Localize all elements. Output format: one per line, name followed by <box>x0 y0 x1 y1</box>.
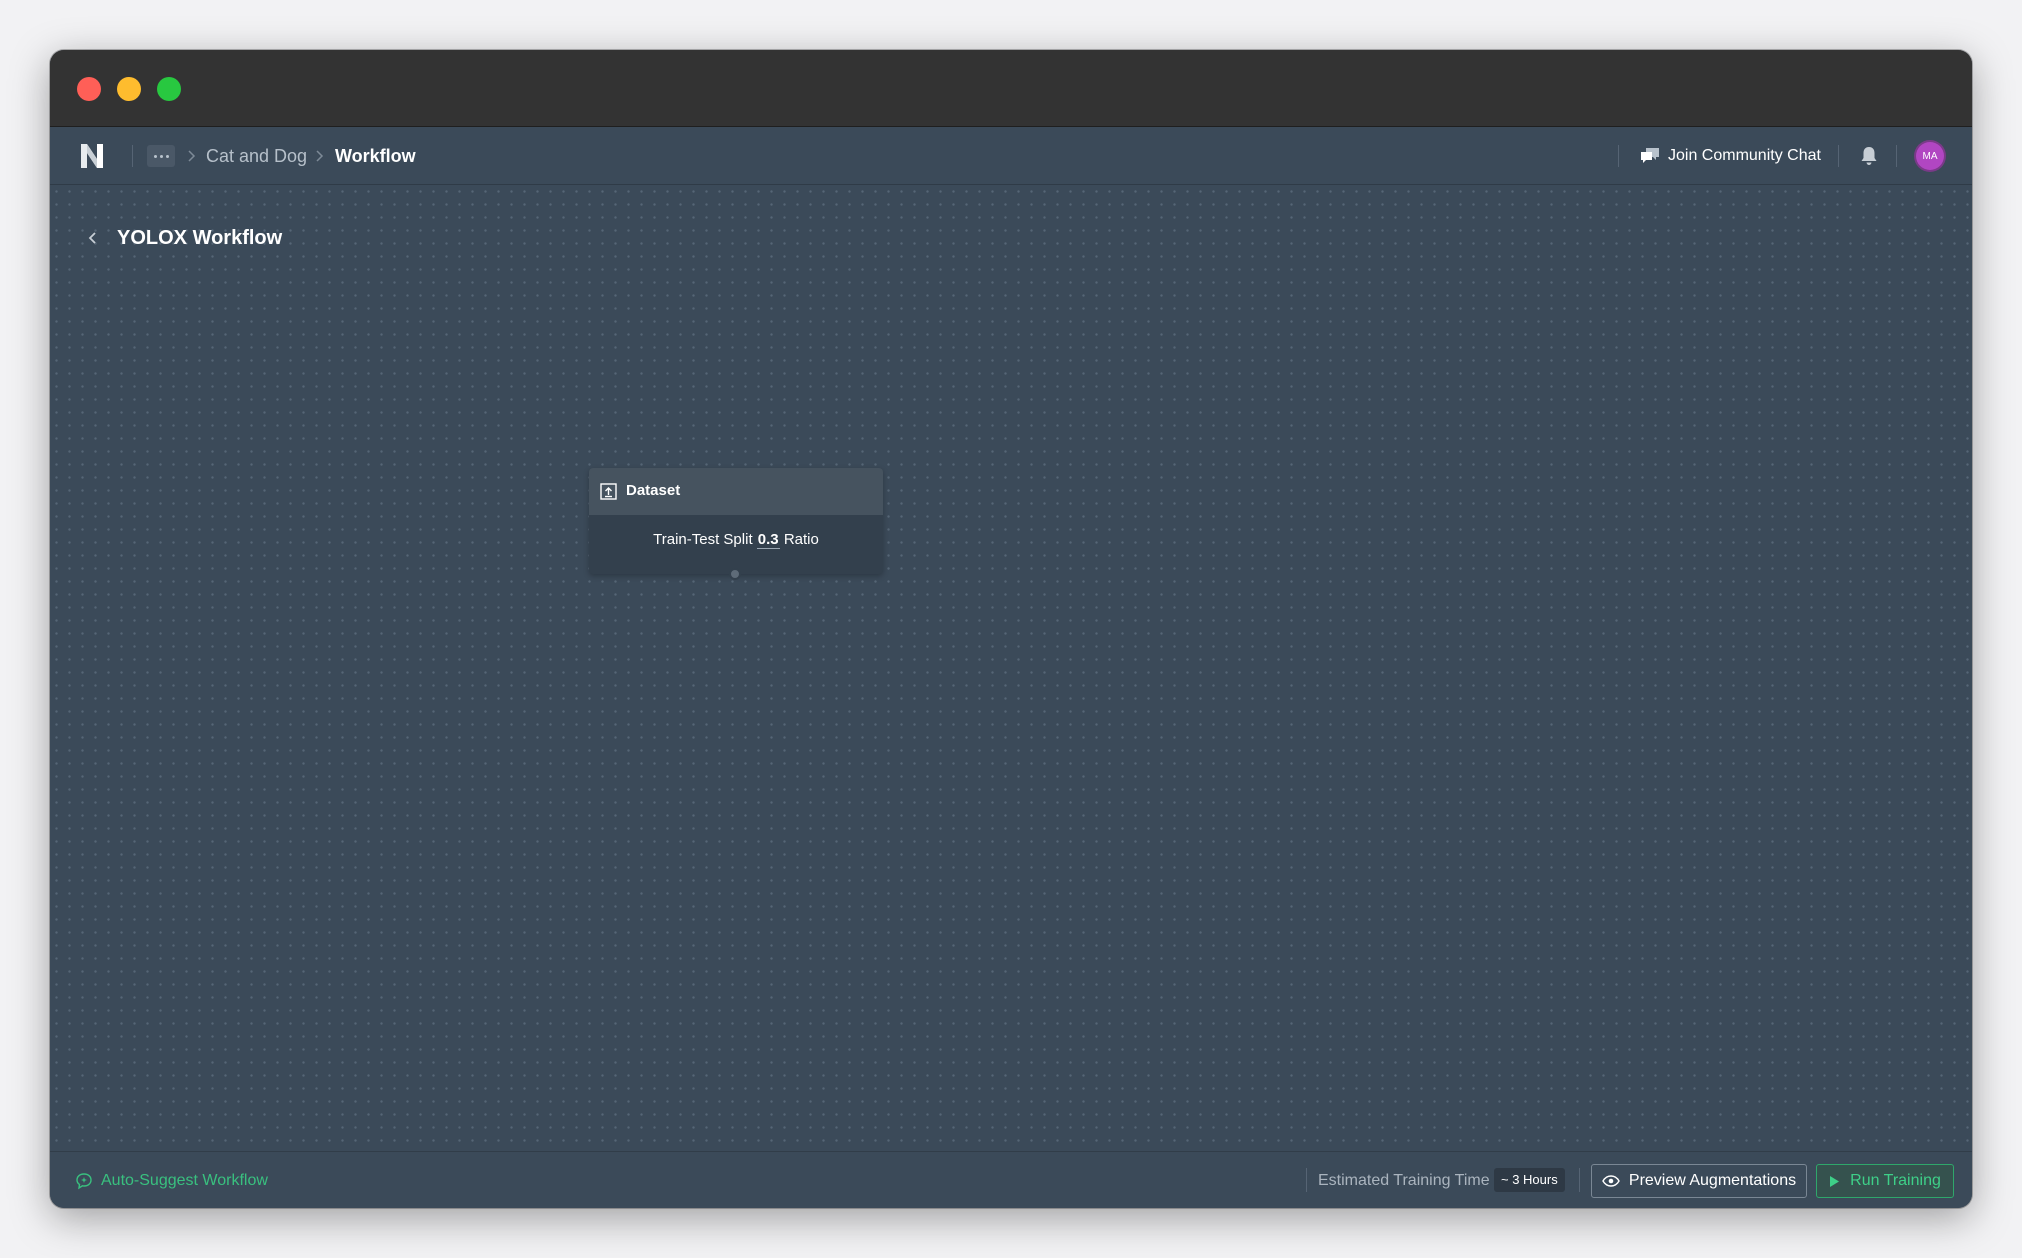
sparkle-chat-icon <box>76 1173 92 1190</box>
app-window: Cat and Dog Workflow Join Community Chat… <box>50 50 1972 1208</box>
estimated-training-time-badge: ~ 3 Hours <box>1494 1168 1565 1192</box>
maximize-window-button[interactable] <box>157 77 181 101</box>
navbar-divider <box>132 145 133 167</box>
split-ratio-value[interactable]: 0.3 <box>756 531 780 549</box>
run-training-label: Run Training <box>1850 1172 1941 1189</box>
preview-augmentations-label: Preview Augmentations <box>1628 1172 1797 1189</box>
dataset-upload-icon <box>600 483 617 500</box>
chevron-left-icon[interactable] <box>86 228 100 248</box>
window-titlebar <box>50 50 1972 127</box>
eye-icon <box>1602 1175 1620 1187</box>
run-training-button[interactable]: Run Training <box>1816 1164 1954 1198</box>
page-title: YOLOX Workflow <box>117 227 283 249</box>
navbar-divider <box>1618 145 1619 167</box>
chat-bubbles-icon <box>1641 148 1659 163</box>
play-icon <box>1830 1175 1840 1187</box>
dataset-node-header[interactable]: Dataset <box>589 468 883 515</box>
footer-divider <box>1306 1168 1307 1192</box>
split-label: Train-Test Split <box>653 531 753 548</box>
user-avatar[interactable]: MA <box>1916 142 1944 170</box>
footer-divider <box>1579 1168 1580 1192</box>
auto-suggest-label: Auto-Suggest Workflow <box>101 1172 268 1189</box>
dataset-node-body: Train-Test Split 0.3 Ratio <box>589 530 883 550</box>
navbar-divider <box>1838 145 1839 167</box>
minimize-window-button[interactable] <box>117 77 141 101</box>
bottom-toolbar: Auto-Suggest Workflow Estimated Training… <box>50 1151 1972 1208</box>
join-community-chat-button[interactable]: Join Community Chat <box>1640 143 1821 169</box>
ratio-label: Ratio <box>783 531 819 548</box>
workflow-canvas[interactable]: YOLOX Workflow Dataset Train-Test Split … <box>50 185 1972 1151</box>
chevron-right-icon <box>188 150 196 162</box>
chevron-right-icon <box>316 150 324 162</box>
dataset-output-port[interactable] <box>729 568 741 580</box>
top-navbar: Cat and Dog Workflow Join Community Chat… <box>50 127 1972 185</box>
bell-icon[interactable] <box>1859 145 1879 167</box>
dataset-node-title: Dataset <box>626 482 681 499</box>
preview-augmentations-button[interactable]: Preview Augmentations <box>1591 1164 1807 1198</box>
estimated-training-time-label: Estimated Training Time <box>1318 1172 1490 1189</box>
breadcrumb-more-button[interactable] <box>147 145 175 167</box>
breadcrumb-current: Workflow <box>335 146 416 166</box>
dataset-node[interactable]: Dataset Train-Test Split 0.3 Ratio <box>589 468 883 580</box>
breadcrumb-project[interactable]: Cat and Dog <box>206 144 307 168</box>
auto-suggest-workflow-button[interactable]: Auto-Suggest Workflow <box>75 1170 268 1192</box>
n-logo-icon[interactable] <box>80 143 104 169</box>
close-window-button[interactable] <box>77 77 101 101</box>
community-chat-label: Join Community Chat <box>1668 147 1821 164</box>
navbar-divider <box>1896 145 1897 167</box>
